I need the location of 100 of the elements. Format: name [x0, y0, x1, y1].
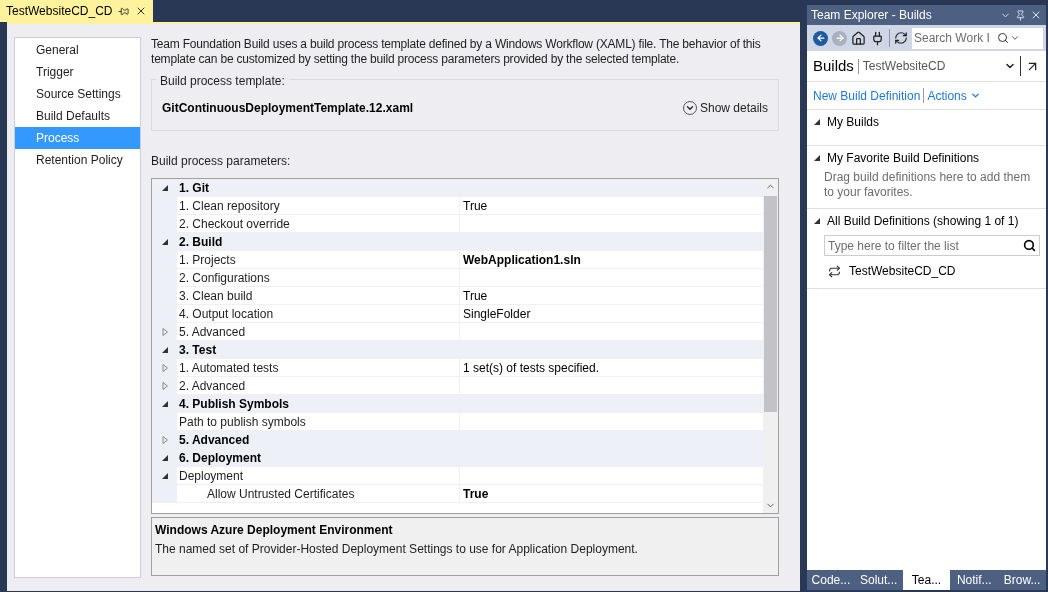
filter-box[interactable]: Type here to filter the list: [824, 235, 1040, 256]
collapse-triangle-icon[interactable]: [813, 118, 821, 126]
parameter-value[interactable]: SingleFolder: [463, 304, 531, 323]
parameter-name: 2. Advanced: [179, 377, 246, 395]
arrow-left-icon: [815, 33, 826, 43]
parameter-row[interactable]: 2. Configurations: [152, 269, 763, 287]
parameter-name: Deployment: [179, 467, 244, 485]
row-header-cell: [152, 269, 177, 286]
category-label: 4. Publish Symbols: [178, 396, 290, 412]
new-build-definition-link[interactable]: New Build Definition: [813, 86, 921, 105]
parameter-name: 1. Clean repository: [179, 197, 280, 215]
parameter-row[interactable]: 1. Projects WebApplication1.sln: [152, 251, 763, 269]
parameter-row[interactable]: 1. Clean repository True: [152, 197, 763, 215]
show-details-button[interactable]: Show details: [682, 99, 768, 117]
build-definition-item[interactable]: TestWebsiteCD_CD: [828, 262, 1040, 280]
navigation-item[interactable]: Retention Policy: [15, 149, 140, 171]
parameter-row[interactable]: 5. Advanced: [152, 323, 763, 341]
navigation-item[interactable]: Build Defaults: [15, 105, 140, 127]
parameter-row[interactable]: 1. Automated tests 1 set(s) of tests specified.: [152, 359, 763, 377]
category-row[interactable]: 6. Deployment: [152, 449, 763, 467]
expand-triangle-icon[interactable]: [160, 363, 169, 372]
parameter-value[interactable]: 1 set(s) of tests specified.: [463, 358, 600, 377]
parameter-value[interactable]: True: [463, 196, 488, 215]
parameter-name: 1. Projects: [179, 251, 236, 269]
expand-triangle-icon[interactable]: [160, 435, 169, 444]
back-button[interactable]: [813, 30, 828, 46]
row-header-cell: [152, 251, 177, 268]
category-row[interactable]: 2. Build: [152, 233, 763, 251]
search-icon[interactable]: [997, 32, 1009, 44]
refresh-icon[interactable]: [894, 31, 908, 45]
document-tab[interactable]: TestWebsiteCD_CD: [0, 0, 154, 22]
parameter-row[interactable]: Deployment: [152, 467, 763, 485]
parameter-row[interactable]: Allow Untrusted Certificates True: [152, 485, 763, 503]
collapse-triangle-icon[interactable]: [160, 237, 169, 246]
collapse-triangle-icon[interactable]: [160, 453, 169, 462]
help-title: Windows Azure Deployment Environment: [155, 522, 394, 539]
category-label: 3. Test: [178, 342, 217, 358]
category-row[interactable]: 1. Git: [152, 179, 763, 197]
parameter-name: Path to publish symbols: [179, 413, 306, 431]
parameter-value[interactable]: True: [463, 484, 489, 503]
hint-text: Drag build definitions here to add them to your favorites.: [823, 170, 1032, 200]
search-icon[interactable]: [1023, 239, 1036, 252]
expand-triangle-icon[interactable]: [160, 327, 169, 336]
caret-icon: [969, 90, 981, 101]
row-header-cell: [152, 413, 177, 430]
parameters-label: Build process parameters:: [151, 153, 292, 170]
collapse-triangle-icon[interactable]: [160, 345, 169, 354]
help-text: The named set of Provider-Hosted Deployment Settings to use for Application Deployment.: [155, 541, 639, 558]
parameter-name: 2. Checkout override: [179, 215, 290, 233]
collapse-triangle-icon[interactable]: [160, 399, 169, 408]
repeat-arrows-icon: [828, 264, 841, 278]
category-label: 5. Advanced: [178, 432, 250, 448]
panel-tab[interactable]: Brow...: [998, 570, 1046, 590]
parameter-row[interactable]: 3. Clean build True: [152, 287, 763, 305]
parameter-row[interactable]: Path to publish symbols: [152, 413, 763, 431]
parameter-value[interactable]: True: [463, 286, 488, 305]
expand-triangle-icon[interactable]: [160, 381, 169, 390]
collapse-triangle-icon[interactable]: [813, 154, 821, 162]
navigation-item[interactable]: Trigger: [15, 61, 140, 83]
scrollbar-thumb[interactable]: [764, 196, 777, 412]
category-row[interactable]: 3. Test: [152, 341, 763, 359]
section-header[interactable]: My Favorite Build Definitions: [813, 150, 1040, 166]
search-box[interactable]: Search Work I: [912, 27, 1043, 49]
pin-icon[interactable]: [1015, 9, 1026, 21]
collapse-triangle-icon[interactable]: [160, 183, 169, 192]
search-field[interactable]: Search Work I: [914, 29, 996, 47]
panel-tab[interactable]: Notif...: [950, 570, 999, 590]
plug-icon[interactable]: [870, 30, 885, 46]
collapse-triangle-icon[interactable]: [813, 217, 821, 225]
row-header-cell: [152, 215, 177, 232]
vertical-scrollbar[interactable]: [763, 179, 778, 513]
collapse-triangle-icon[interactable]: [160, 471, 169, 480]
panel-tab[interactable]: Solut...: [854, 570, 903, 590]
parameter-row[interactable]: 2. Advanced: [152, 377, 763, 395]
navigation-item[interactable]: General: [15, 39, 140, 61]
parameter-value[interactable]: WebApplication1.sln: [463, 250, 581, 269]
project-name: TestWebsiteCD: [862, 58, 947, 75]
section-header[interactable]: All Build Definitions (showing 1 of 1): [813, 213, 1040, 229]
home-icon[interactable]: [851, 30, 866, 46]
parameter-name: 3. Clean build: [179, 287, 253, 305]
panel-tab[interactable]: Tea...: [902, 570, 951, 590]
arrow-right-icon: [834, 33, 845, 43]
filter-field[interactable]: Type here to filter the list: [828, 236, 1023, 255]
parameter-name: 5. Advanced: [179, 323, 246, 341]
category-label: 6. Deployment: [178, 450, 262, 466]
parameter-row[interactable]: 4. Output location SingleFolder: [152, 305, 763, 323]
category-row[interactable]: 5. Advanced: [152, 431, 763, 449]
pin-icon[interactable]: [118, 5, 130, 17]
row-header-cell: [152, 197, 177, 214]
actions-link[interactable]: Actions: [927, 86, 981, 105]
close-icon[interactable]: [1030, 9, 1042, 21]
template-name: GitContinuousDeploymentTemplate.12.xaml: [162, 100, 414, 117]
parameter-row[interactable]: 2. Checkout override: [152, 215, 763, 233]
navigation-item[interactable]: Source Settings: [15, 83, 140, 105]
parameter-name: Allow Untrusted Certificates: [207, 485, 355, 503]
section-header[interactable]: My Builds: [813, 114, 1040, 130]
parameter-name: 2. Configurations: [179, 269, 270, 287]
panel-tab[interactable]: Code...: [807, 570, 855, 590]
category-label: 1. Git: [178, 180, 209, 196]
category-row[interactable]: 4. Publish Symbols: [152, 395, 763, 413]
